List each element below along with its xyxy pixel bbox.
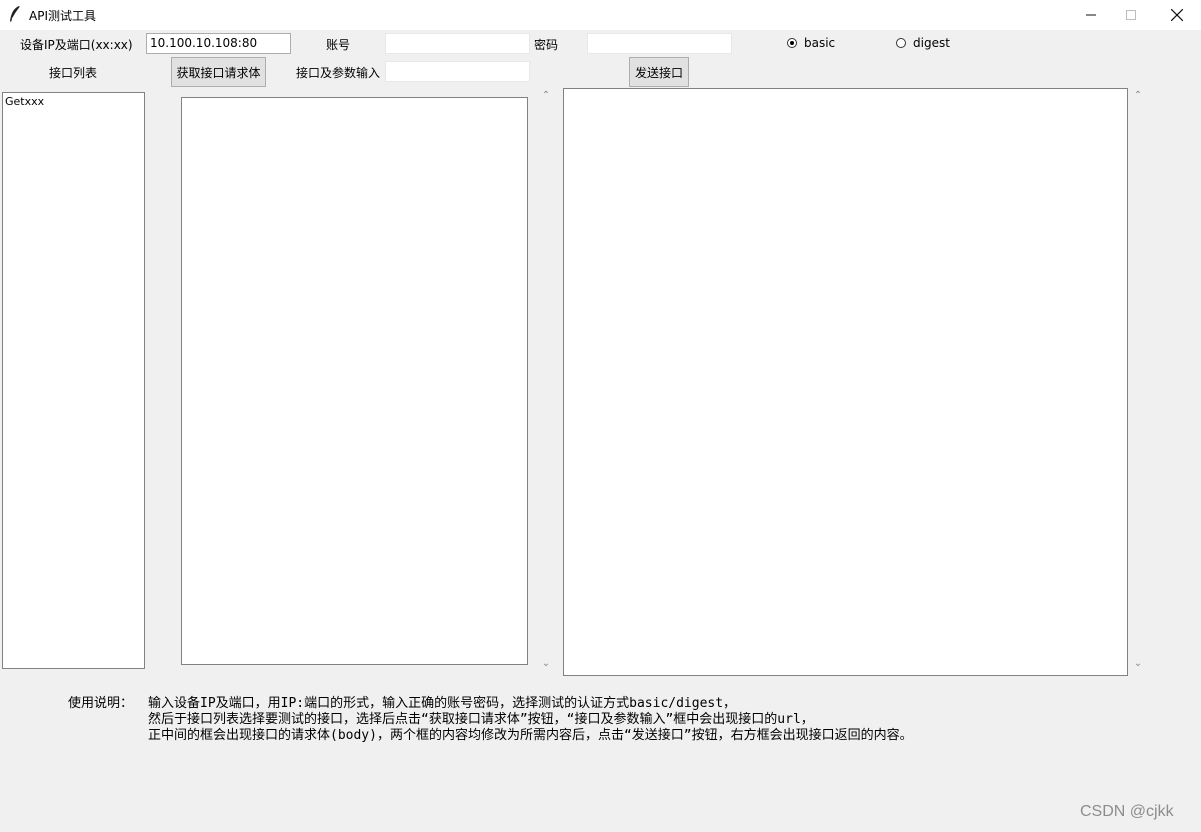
- close-button[interactable]: [1154, 0, 1200, 30]
- instructions-prefix: 使用说明：: [68, 696, 134, 711]
- scroll-down-icon[interactable]: ⌄: [540, 658, 552, 669]
- api-list-label: 接口列表: [49, 66, 98, 80]
- window-title: API测试工具: [29, 9, 96, 23]
- ip-input[interactable]: 10.100.10.108:80: [146, 33, 291, 54]
- watermark: CSDN @cjkk: [1080, 803, 1174, 820]
- instructions-line-2: 然后于接口列表选择要测试的接口，选择后点击“获取接口请求体”按钮，“接口及参数输…: [148, 712, 814, 727]
- close-icon: [1171, 9, 1183, 21]
- ip-label: 设备IP及端口(xx:xx): [20, 38, 133, 52]
- account-input[interactable]: [385, 33, 530, 54]
- instructions-line-3: 正中间的框会出现接口的请求体(body)，两个框的内容均修改为所需内容后，点击“…: [148, 728, 913, 743]
- auth-radio-digest-label: digest: [913, 36, 950, 50]
- api-param-label: 接口及参数输入: [296, 66, 381, 80]
- minimize-icon: [1086, 14, 1096, 16]
- scroll-down-icon[interactable]: ⌄: [1132, 658, 1144, 669]
- password-label: 密码: [534, 38, 559, 52]
- api-param-input[interactable]: [385, 61, 530, 82]
- maximize-button[interactable]: [1108, 0, 1154, 30]
- request-body-scrollbar[interactable]: ⌃ ⌄: [539, 90, 553, 675]
- send-api-button[interactable]: 发送接口: [629, 57, 689, 87]
- instructions-line-1: 输入设备IP及端口，用IP:端口的形式，输入正确的账号密码，选择测试的认证方式b…: [148, 696, 737, 711]
- request-body-textbox[interactable]: [181, 97, 528, 665]
- list-item[interactable]: Getxxx: [5, 95, 142, 109]
- password-input[interactable]: [587, 33, 732, 54]
- feather-icon: [8, 5, 22, 23]
- auth-radio-basic-label: basic: [804, 36, 836, 50]
- maximize-icon: [1126, 10, 1136, 20]
- title-bar: [0, 0, 1201, 30]
- auth-radio-digest[interactable]: digest: [896, 36, 950, 50]
- get-request-body-button[interactable]: 获取接口请求体: [171, 57, 266, 87]
- radio-checked-icon: [787, 38, 797, 48]
- api-listbox[interactable]: Getxxx: [2, 92, 145, 669]
- scroll-up-icon[interactable]: ⌃: [540, 90, 552, 101]
- account-label: 账号: [326, 38, 351, 52]
- scroll-up-icon[interactable]: ⌃: [1132, 90, 1144, 101]
- auth-radio-basic[interactable]: basic: [787, 36, 835, 50]
- radio-unchecked-icon: [896, 38, 906, 48]
- response-textbox[interactable]: [563, 88, 1128, 676]
- response-scrollbar[interactable]: ⌃ ⌄: [1131, 90, 1145, 675]
